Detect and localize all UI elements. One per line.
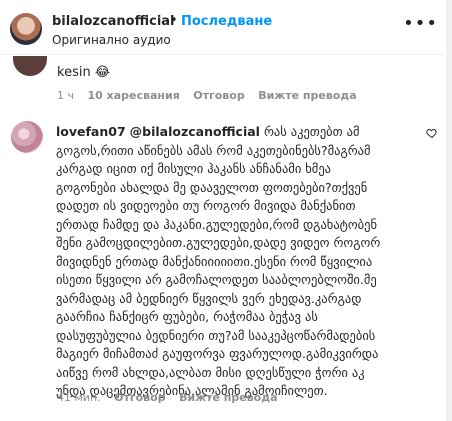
comment-time: 41 мин.: [57, 391, 101, 404]
follow-button[interactable]: Последване: [181, 14, 272, 29]
previous-comment-text: kesin 😂: [57, 65, 111, 80]
previous-commenter-avatar[interactable]: [13, 56, 47, 76]
comment-body: lovefan07 @bilalozcanofficial რას აკეთებ…: [56, 123, 392, 401]
previous-comment-meta: 1 ч 10 харесвания Отговор Вижте превода: [57, 89, 367, 102]
comment-translation-button[interactable]: Вижте превода: [179, 391, 277, 404]
more-options-icon[interactable]: •••: [403, 15, 438, 33]
post-header: bilalozcanofficial • Последване Оригинал…: [0, 0, 452, 55]
comment-username[interactable]: lovefan07: [56, 124, 126, 139]
previous-comment-reply-button[interactable]: Отговор: [193, 89, 244, 102]
comment-text: რას აკეთებთ ამ გოგოს,რითი აწინებს ამას რ…: [56, 124, 381, 398]
author-username[interactable]: bilalozcanofficial: [52, 14, 175, 29]
comment-reply-button[interactable]: Отговор: [114, 391, 165, 404]
heart-icon[interactable]: [426, 127, 438, 139]
previous-comment-translation-button[interactable]: Вижте превода: [258, 89, 356, 102]
comment-meta: 41 мин. Отговор Вижте превода: [57, 391, 288, 404]
audio-label[interactable]: Оригинално аудио: [52, 33, 171, 47]
previous-comment-likes[interactable]: 10 харесвания: [88, 89, 180, 102]
author-avatar[interactable]: [10, 13, 42, 45]
commenter-avatar[interactable]: [11, 121, 43, 153]
previous-comment-time: 1 ч: [57, 89, 74, 102]
scrollbar[interactable]: [446, 0, 452, 421]
separator-dot: •: [170, 13, 178, 28]
comment-mention[interactable]: @bilalozcanofficial: [130, 124, 260, 139]
